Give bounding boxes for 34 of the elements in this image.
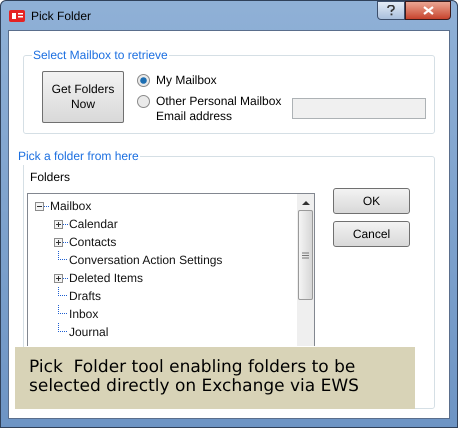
folder-item[interactable]: Drafts: [69, 287, 102, 305]
app-icon: [9, 8, 25, 22]
radio-label[interactable]: Other Personal Mailbox Email address: [156, 94, 284, 124]
folder-item[interactable]: Inbox: [69, 305, 98, 323]
expand-toggle-icon[interactable]: [54, 274, 68, 282]
group-title: Select Mailbox to retrieve: [32, 47, 169, 64]
expand-toggle-icon[interactable]: [54, 238, 68, 246]
folder-item[interactable]: Journal: [69, 323, 108, 341]
get-folders-button[interactable]: Get Folders Now: [42, 71, 124, 123]
radio-button[interactable]: [137, 74, 150, 87]
radio-button[interactable]: [137, 95, 150, 108]
grip-icon: [302, 252, 309, 258]
folder-item[interactable]: Mailbox: [50, 197, 92, 215]
radio-label[interactable]: My Mailbox: [156, 73, 284, 88]
group-title: Pick a folder from here: [17, 148, 140, 165]
scrollbar-thumb[interactable]: [298, 210, 313, 300]
caption-banner: Pick Folder tool enabling folders to be selected directly on Exchange via EWS: [15, 347, 415, 409]
scrollbar[interactable]: [297, 194, 314, 346]
folder-item[interactable]: Contacts: [69, 233, 116, 251]
help-button[interactable]: [377, 1, 405, 20]
dialog-button[interactable]: Cancel: [333, 221, 410, 247]
window-title: Pick Folder: [31, 8, 92, 24]
close-icon: [422, 6, 434, 15]
expand-toggle-icon[interactable]: [54, 220, 68, 228]
scroll-up-icon[interactable]: [302, 200, 310, 205]
close-button[interactable]: [405, 1, 451, 20]
folder-item[interactable]: Calendar: [69, 215, 118, 233]
help-icon: [387, 5, 395, 16]
folder-item[interactable]: Conversation Action Settings: [69, 251, 222, 269]
collapse-toggle-icon[interactable]: [35, 202, 49, 210]
folder-item[interactable]: Deleted Items: [69, 269, 144, 287]
dialog-button[interactable]: OK: [333, 188, 410, 214]
tree-label: Folders: [30, 169, 72, 186]
tree-connector-icon: [58, 251, 68, 260]
